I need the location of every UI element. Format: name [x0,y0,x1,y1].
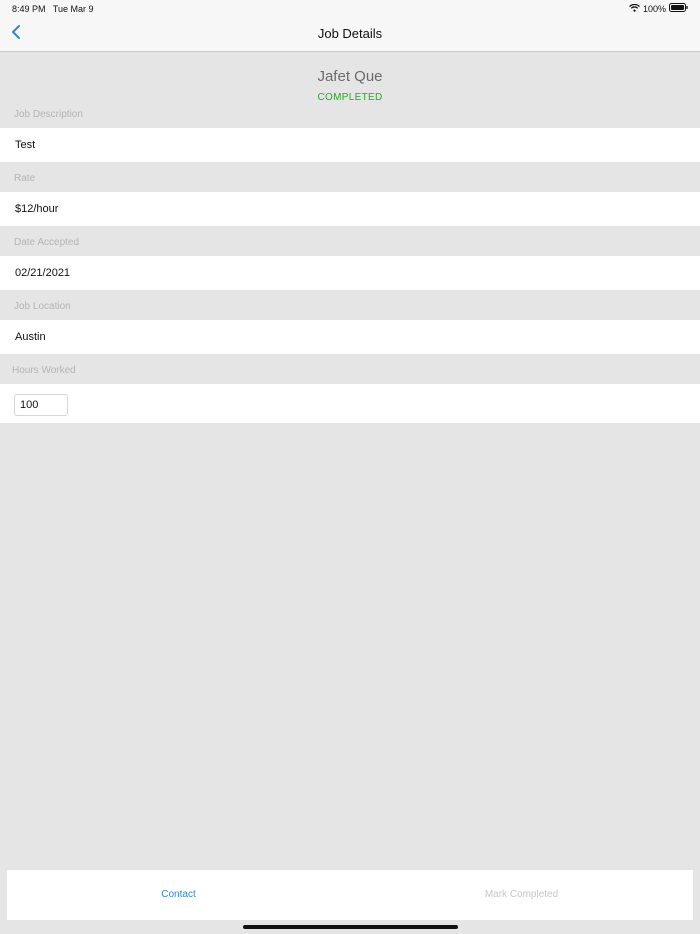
date-accepted-value: 02/21/2021 [15,267,71,279]
battery-icon [669,0,688,18]
rate-row: $12/hour [0,192,700,226]
status-bar: 8:49 PM Tue Mar 9 100% [0,0,700,18]
navigation-bar: Job Details [0,18,700,52]
job-status-badge: COMPLETED [317,92,383,103]
job-description-value: Test [15,139,36,151]
rate-label: Rate [14,173,36,184]
job-location-row: Austin [0,320,700,354]
hours-worked-row [0,384,700,423]
contact-button[interactable]: Contact [7,870,350,920]
job-description-label: Job Description [14,109,83,120]
mark-completed-button[interactable]: Mark Completed [350,870,693,920]
page-title: Job Details [317,26,383,41]
bottom-action-bar: Contact Mark Completed [7,870,693,920]
job-location-label: Job Location [14,301,71,312]
status-date: Tue Mar 9 [52,4,94,14]
job-location-value: Austin [15,331,46,343]
wifi-icon [629,0,640,18]
worker-name: Jafet Que [317,68,383,85]
rate-value: $12/hour [15,203,59,215]
hours-worked-label: Hours Worked [12,365,76,376]
date-accepted-label: Date Accepted [14,237,80,248]
job-description-row: Test [0,128,700,162]
date-accepted-row: 02/21/2021 [0,256,700,290]
battery-percent: 100% [642,4,666,14]
home-indicator [243,925,458,929]
hours-worked-input[interactable] [14,394,68,416]
status-time: 8:49 PM Tue Mar 9 [12,0,94,18]
status-clock: 8:49 PM [12,4,46,14]
status-indicators: 100% [629,0,688,18]
